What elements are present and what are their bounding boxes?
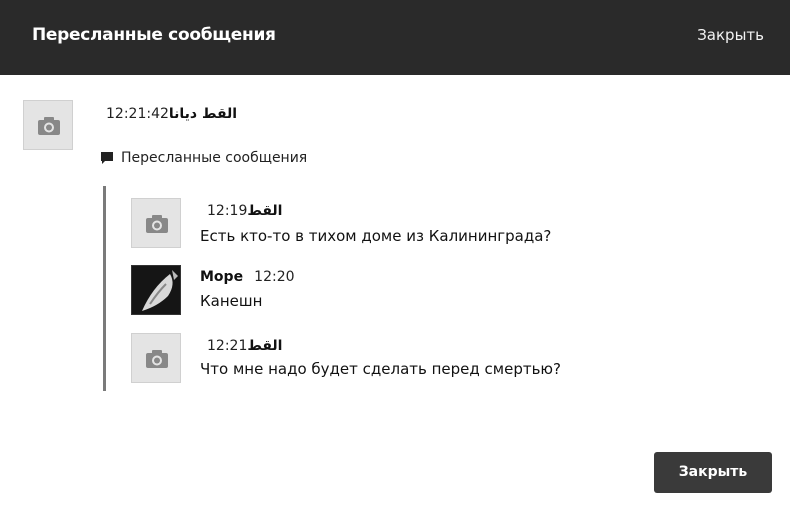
message-text: Канешн — [200, 292, 263, 310]
forward-divider — [103, 186, 106, 391]
camera-icon — [146, 350, 168, 368]
message-meta: 12:19القط — [207, 200, 282, 219]
message-time: 12:21:42 — [106, 106, 169, 122]
message-author[interactable]: القط — [247, 338, 282, 354]
avatar[interactable] — [131, 198, 181, 248]
header-close-link[interactable]: Закрыть — [697, 26, 764, 44]
message-time: 12:19 — [207, 203, 248, 219]
forwarded-label-text: Пересланные сообщения — [121, 150, 308, 166]
avatar[interactable] — [131, 333, 181, 383]
comment-icon — [100, 151, 114, 165]
photo-avatar-image — [132, 266, 180, 314]
message-text: Что мне надо будет сделать перед смертью… — [200, 360, 562, 378]
message-author[interactable]: Море — [200, 269, 243, 285]
message-author[interactable]: القط — [247, 203, 282, 219]
message-meta: 12:21:42القط ديانا — [106, 103, 237, 122]
dialog-title: Пересланные сообщения — [32, 25, 276, 45]
message-text: Есть кто-то в тихом доме из Калининграда… — [200, 227, 552, 245]
camera-icon — [38, 117, 60, 135]
message-time: 12:20 — [254, 269, 295, 285]
forwarded-label: Пересланные сообщения — [100, 150, 307, 166]
message-meta: Море 12:20 — [200, 266, 295, 285]
message-time: 12:21 — [207, 338, 248, 354]
dialog-header: Пересланные сообщения Закрыть — [0, 0, 790, 75]
close-button[interactable]: Закрыть — [654, 452, 772, 493]
message-author[interactable]: القط ديانا — [169, 106, 237, 122]
avatar[interactable] — [131, 265, 181, 315]
avatar[interactable] — [23, 100, 73, 150]
message-meta: 12:21القط — [207, 335, 282, 354]
camera-icon — [146, 215, 168, 233]
